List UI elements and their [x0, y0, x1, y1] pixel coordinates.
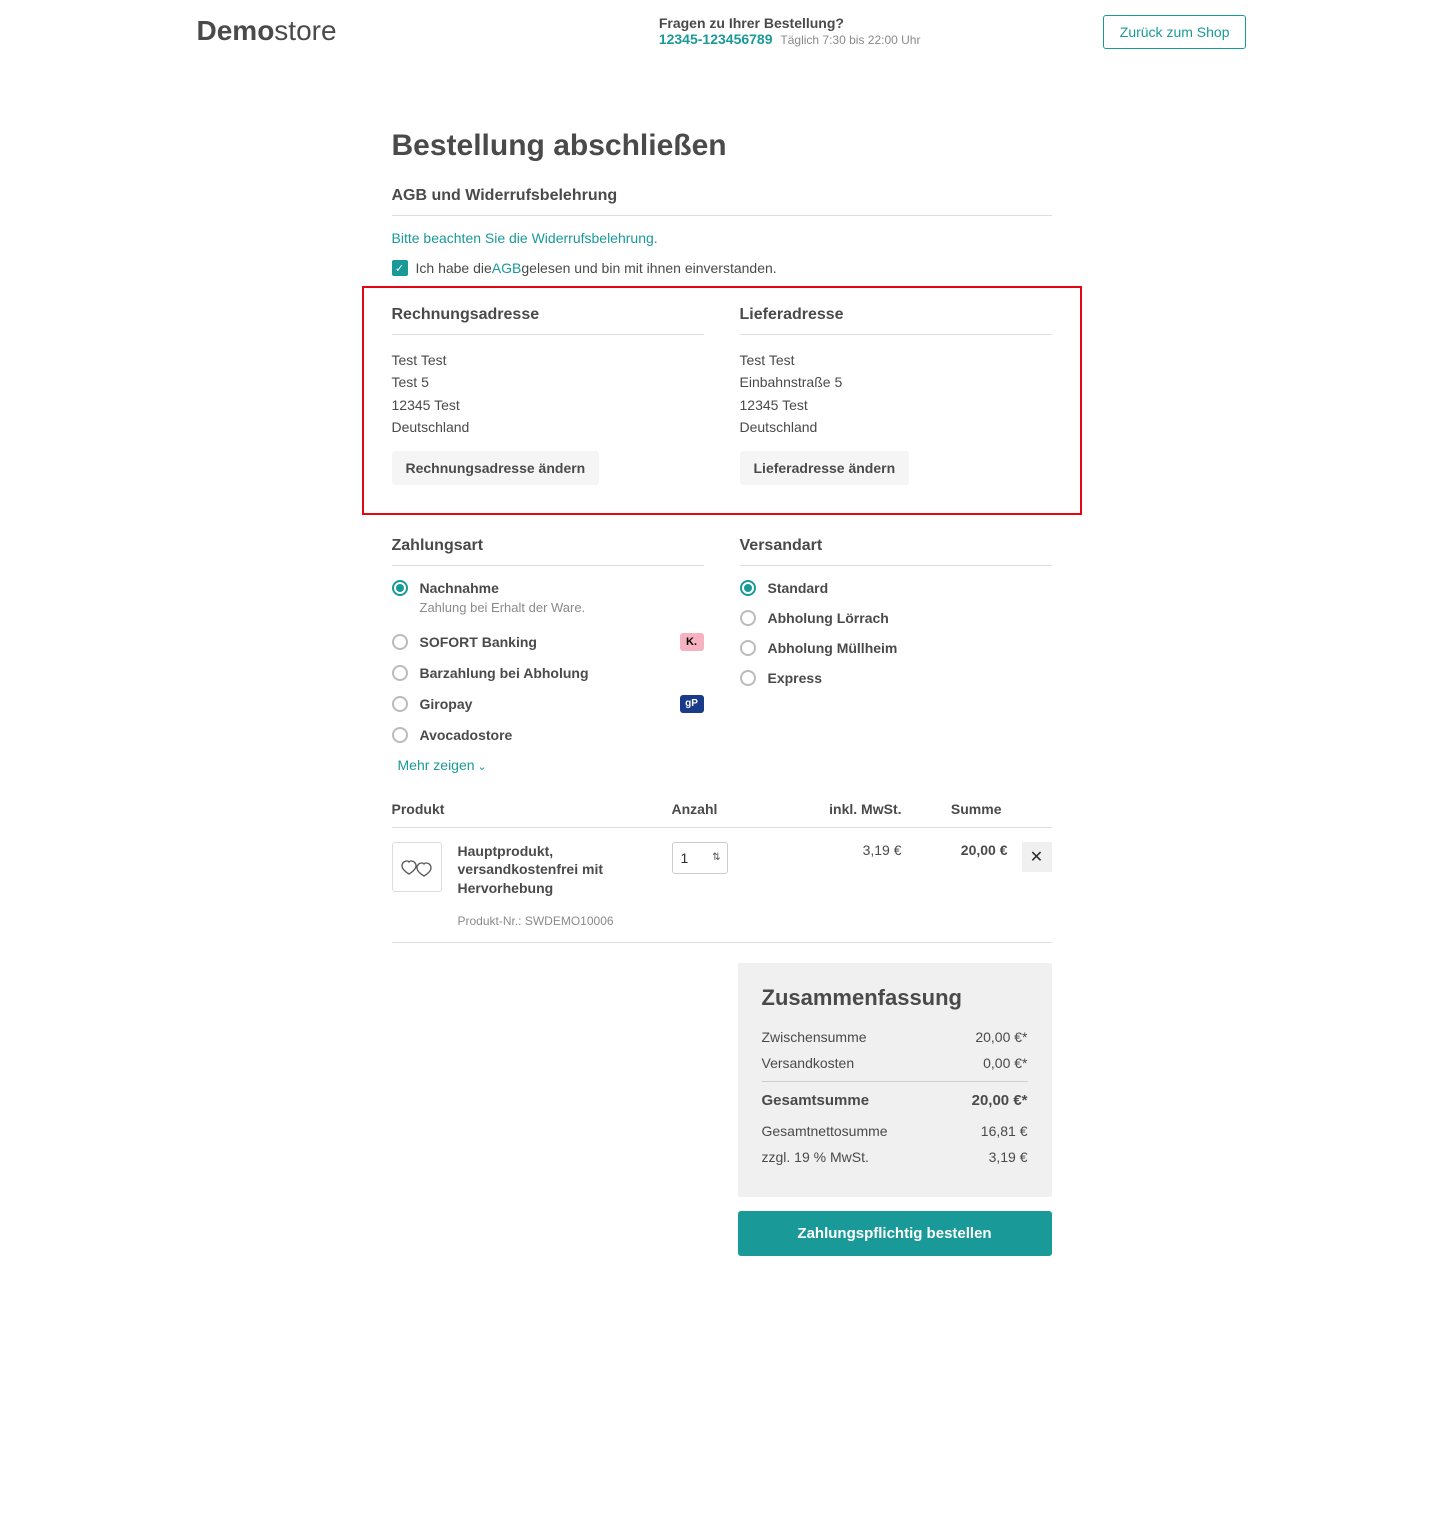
- total-label: Gesamtsumme: [762, 1092, 870, 1109]
- radio-icon: [740, 580, 756, 596]
- product-sku: Produkt-Nr.: SWDEMO10006: [458, 914, 672, 928]
- col-qty: Anzahl: [672, 801, 752, 817]
- payment-option-barzahlung[interactable]: Barzahlung bei Abholung: [392, 665, 704, 681]
- payment-title: Zahlungsart: [392, 537, 704, 566]
- radio-icon: [740, 640, 756, 656]
- vat-value: 3,19 €: [989, 1149, 1028, 1165]
- payment-option-giropay[interactable]: Giropay gP: [392, 695, 704, 713]
- remove-item-button[interactable]: ✕: [1022, 842, 1052, 872]
- shipping-cost-label: Versandkosten: [762, 1055, 855, 1071]
- terms-checkbox[interactable]: ✓: [392, 260, 408, 276]
- shipping-address: Test Test Einbahnstraße 5 12345 Test Deu…: [740, 349, 1052, 439]
- delivery-option-standard[interactable]: Standard: [740, 580, 1052, 596]
- giropay-badge-icon: gP: [680, 695, 704, 713]
- vat-label: zzgl. 19 % MwSt.: [762, 1149, 869, 1165]
- address-highlight-region: Rechnungsadresse Test Test Test 5 12345 …: [362, 286, 1082, 515]
- show-more-payment-link[interactable]: Mehr zeigen⌄: [398, 757, 704, 773]
- radio-icon: [740, 670, 756, 686]
- radio-icon: [392, 727, 408, 743]
- delivery-option-muellheim[interactable]: Abholung Müllheim: [740, 640, 1052, 656]
- back-to-shop-button[interactable]: Zurück zum Shop: [1103, 15, 1247, 49]
- delivery-option-express[interactable]: Express: [740, 670, 1052, 686]
- delivery-option-loerrach[interactable]: Abholung Lörrach: [740, 610, 1052, 626]
- order-summary: Zusammenfassung Zwischensumme 20,00 €* V…: [738, 963, 1052, 1197]
- change-billing-button[interactable]: Rechnungsadresse ändern: [392, 451, 600, 485]
- payment-option-nachnahme[interactable]: Nachnahme: [392, 580, 704, 596]
- product-image-icon: [392, 842, 442, 892]
- total-value: 20,00 €*: [972, 1092, 1028, 1109]
- col-tax: inkl. MwSt.: [752, 801, 902, 817]
- delivery-title: Versandart: [740, 537, 1052, 566]
- radio-icon: [392, 665, 408, 681]
- shipping-title: Lieferadresse: [740, 306, 1052, 335]
- product-name[interactable]: Hauptprodukt, versandkostenfrei mit Herv…: [458, 842, 672, 899]
- subtotal-value: 20,00 €*: [975, 1029, 1027, 1045]
- cancellation-policy-link[interactable]: Bitte beachten Sie die Widerrufsbelehrun…: [392, 230, 658, 246]
- product-sum: 20,00 €: [902, 842, 1022, 858]
- radio-icon: [392, 580, 408, 596]
- change-shipping-button[interactable]: Lieferadresse ändern: [740, 451, 910, 485]
- help-title: Fragen zu Ihrer Bestellung?: [659, 15, 921, 31]
- shop-logo[interactable]: Demostore: [197, 15, 337, 47]
- quantity-select[interactable]: 1: [672, 842, 728, 874]
- col-product: Produkt: [392, 801, 672, 817]
- summary-title: Zusammenfassung: [762, 985, 1028, 1011]
- col-sum: Summe: [902, 801, 1052, 817]
- subtotal-label: Zwischensumme: [762, 1029, 867, 1045]
- place-order-button[interactable]: Zahlungspflichtig bestellen: [738, 1211, 1052, 1256]
- shipping-cost-value: 0,00 €*: [983, 1055, 1027, 1071]
- payment-option-sub: Zahlung bei Erhalt der Ware.: [420, 600, 704, 615]
- billing-title: Rechnungsadresse: [392, 306, 704, 335]
- table-row: Hauptprodukt, versandkostenfrei mit Herv…: [392, 828, 1052, 944]
- terms-label-post: gelesen und bin mit ihnen einverstanden.: [521, 260, 776, 276]
- terms-label-pre: Ich habe die: [416, 260, 492, 276]
- terms-section-title: AGB und Widerrufsbelehrung: [392, 187, 1052, 216]
- klarna-badge-icon: K.: [680, 633, 704, 651]
- radio-icon: [392, 696, 408, 712]
- chevron-down-icon: ⌄: [478, 761, 487, 773]
- help-phone-link[interactable]: 12345-123456789: [659, 31, 773, 47]
- billing-address: Test Test Test 5 12345 Test Deutschland: [392, 349, 704, 439]
- radio-icon: [392, 634, 408, 650]
- radio-icon: [740, 610, 756, 626]
- close-icon: ✕: [1030, 847, 1043, 867]
- terms-agb-link[interactable]: AGB: [492, 260, 522, 276]
- header-help: Fragen zu Ihrer Bestellung? 12345-123456…: [519, 15, 921, 47]
- product-tax: 3,19 €: [752, 842, 902, 858]
- payment-option-avocadostore[interactable]: Avocadostore: [392, 727, 704, 743]
- page-title: Bestellung abschließen: [392, 129, 1052, 163]
- help-hours: Täglich 7:30 bis 22:00 Uhr: [780, 33, 920, 47]
- net-label: Gesamtnettosumme: [762, 1123, 888, 1139]
- net-value: 16,81 €: [981, 1123, 1028, 1139]
- payment-option-sofort[interactable]: SOFORT Banking K.: [392, 633, 704, 651]
